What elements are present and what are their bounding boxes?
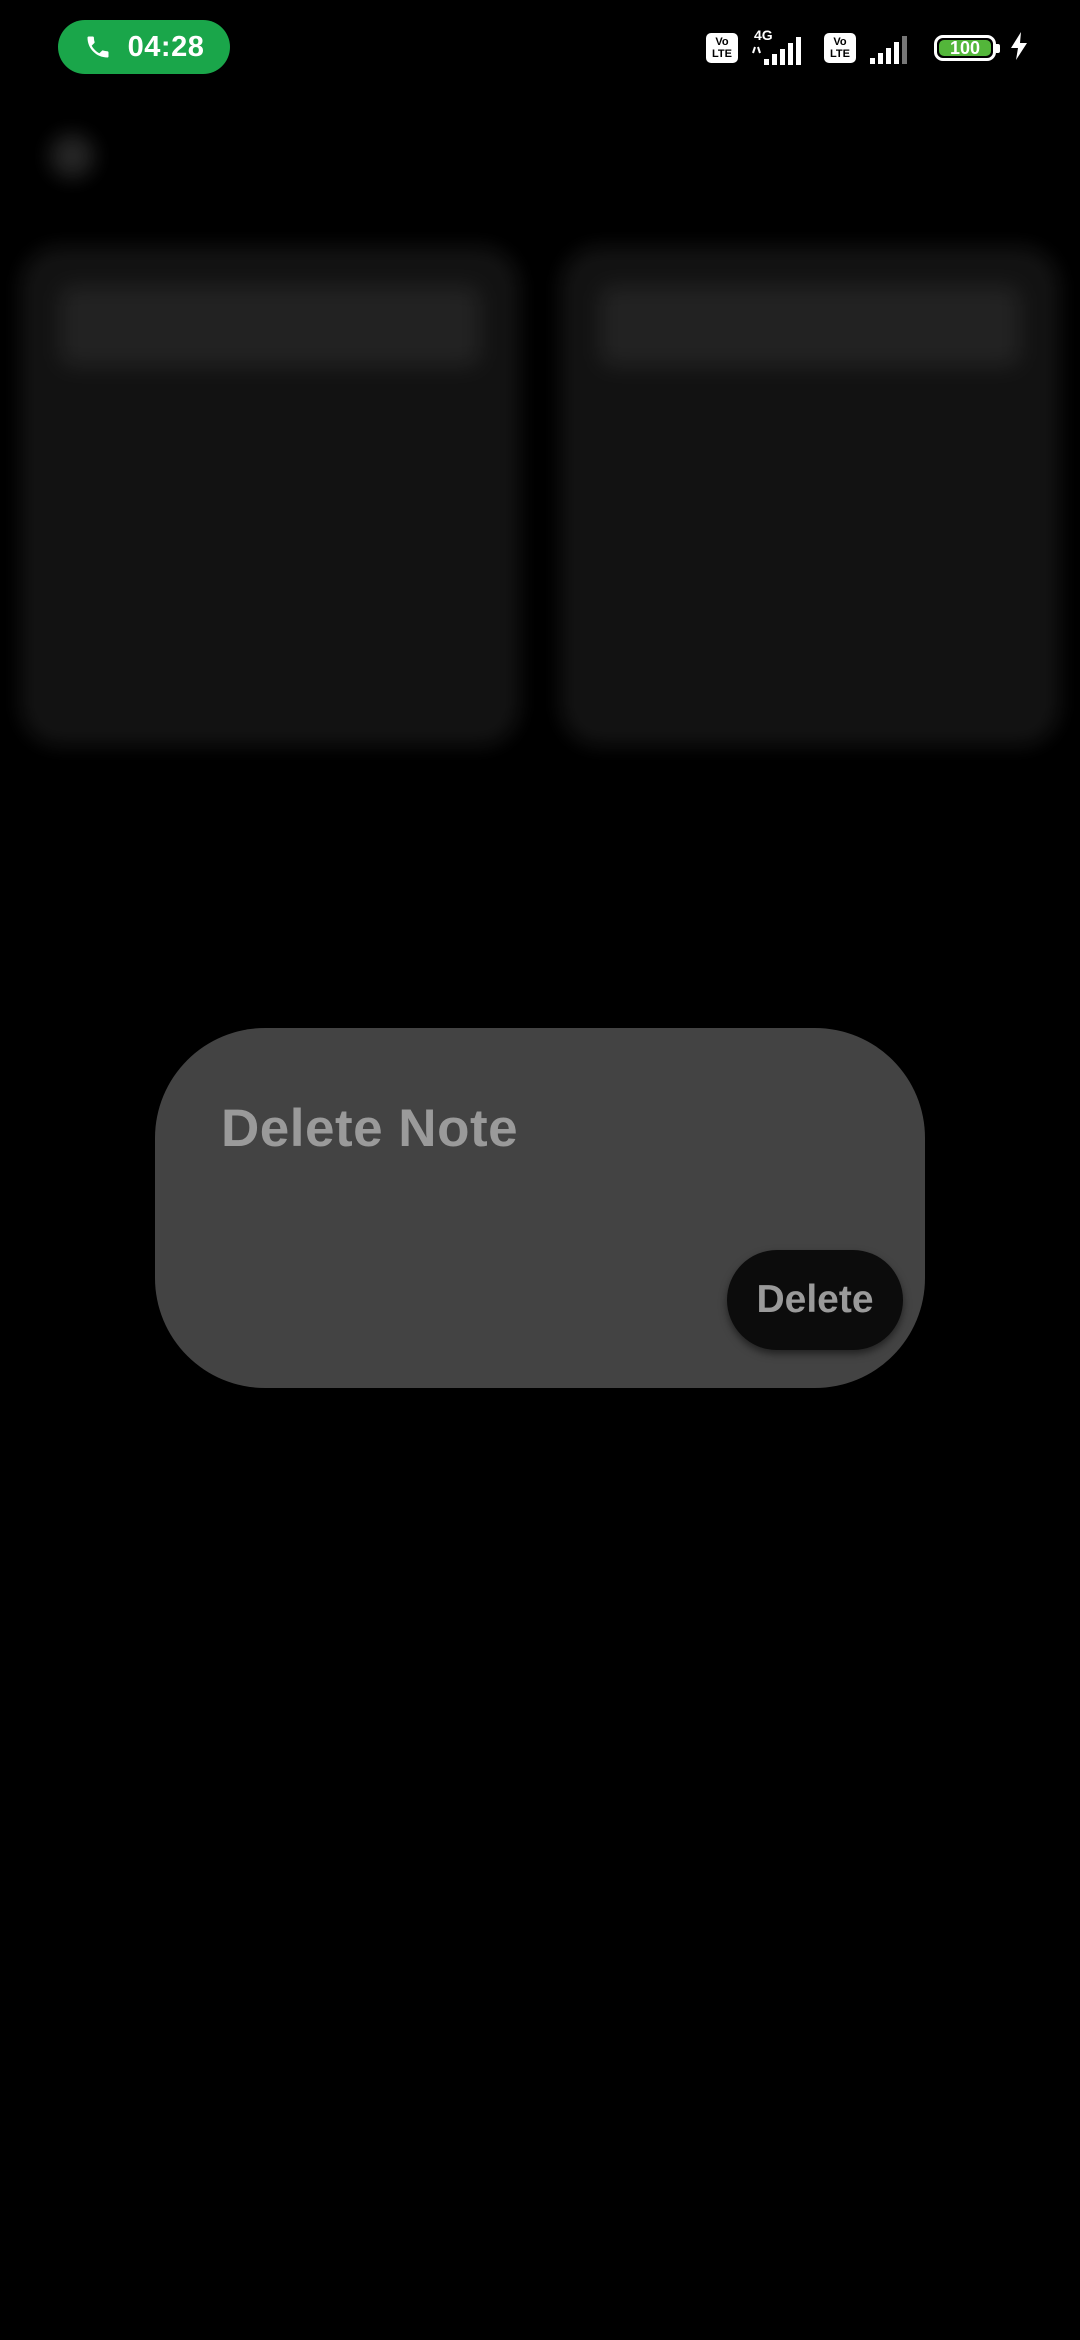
battery-level: 100 <box>949 38 981 58</box>
signal-sim2-icon <box>868 30 914 66</box>
status-bar: 04:28 Vo LTE 4G Vo LTE 100 <box>0 0 1080 96</box>
signal-sim1-icon: 4G <box>750 27 812 67</box>
status-icons: Vo LTE 4G Vo LTE 100 <box>706 27 1030 68</box>
delete-note-dialog: Delete Note Delete <box>155 1028 925 1388</box>
network-type-label: 4G <box>754 27 773 43</box>
call-timer: 04:28 <box>127 30 205 63</box>
app-bar <box>0 96 1080 216</box>
screen: 04:28 Vo LTE 4G Vo LTE 100 Delete Note D… <box>0 0 1080 2340</box>
lightning-bolt-icon <box>1008 31 1030 66</box>
dialog-title: Delete Note <box>221 1099 519 1158</box>
volte-sim2-icon: Vo LTE <box>824 33 856 63</box>
volte-sim1-icon: Vo LTE <box>706 33 738 63</box>
back-icon <box>50 134 94 178</box>
delete-button[interactable]: Delete <box>727 1250 903 1350</box>
background-notes-screen <box>0 96 1080 796</box>
note-title-blurred <box>60 286 480 366</box>
phone-icon <box>84 33 112 61</box>
ongoing-call-pill[interactable]: 04:28 <box>58 20 230 74</box>
note-card <box>20 246 520 746</box>
battery-icon: 100 <box>934 35 1000 61</box>
note-title-blurred <box>600 286 1020 366</box>
note-card <box>560 246 1060 746</box>
